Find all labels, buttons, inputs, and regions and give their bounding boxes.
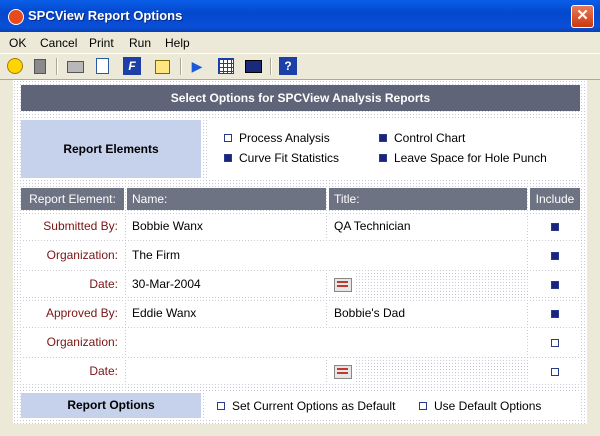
edit-icon[interactable]: [153, 57, 171, 75]
option-curve-fit-statistics[interactable]: Curve Fit Statistics: [224, 151, 339, 165]
report-options-window: SPCView Report Options ✕ OK Cancel Print…: [0, 0, 600, 436]
menu-run[interactable]: Run: [129, 36, 151, 50]
app-icon: [8, 9, 24, 25]
row-label-date: Date:: [21, 272, 124, 297]
menu-bar: OK Cancel Print Run Help: [0, 32, 600, 52]
menu-ok[interactable]: OK: [9, 36, 26, 50]
submitted-by-title-field[interactable]: QA Technician: [329, 214, 527, 239]
row-label-organization: Organization:: [21, 243, 124, 268]
checkbox[interactable]: [379, 133, 387, 142]
include-cell: [530, 301, 580, 326]
checkbox[interactable]: [224, 153, 232, 162]
checkbox[interactable]: [379, 153, 387, 162]
column-header-name: Name:: [127, 188, 326, 210]
preview-icon[interactable]: [93, 57, 111, 75]
print-icon[interactable]: [66, 57, 84, 75]
row-label-approved-by: Approved By:: [21, 301, 124, 326]
toolbar-separator: [180, 58, 182, 75]
include-checkbox[interactable]: [551, 252, 559, 260]
organization-name-field[interactable]: The Firm: [127, 243, 527, 268]
option-set-current-default[interactable]: Set Current Options as Default: [217, 399, 395, 413]
menu-print[interactable]: Print: [89, 36, 114, 50]
checkbox[interactable]: [224, 133, 232, 142]
menu-cancel[interactable]: Cancel: [40, 36, 77, 50]
include-checkbox[interactable]: [551, 281, 559, 289]
report-options-label: Report Options: [21, 393, 201, 418]
include-cell: [530, 359, 580, 384]
option-leave-space-hole-punch[interactable]: Leave Space for Hole Punch: [379, 151, 547, 165]
option-process-analysis[interactable]: Process Analysis: [224, 131, 330, 145]
column-header-include: Include: [530, 188, 580, 210]
toolbar-separator: [56, 58, 58, 75]
menu-help[interactable]: Help: [165, 36, 190, 50]
checkbox[interactable]: [419, 401, 427, 410]
date-field[interactable]: 30-Mar-2004: [127, 272, 326, 297]
grid-icon[interactable]: [217, 57, 235, 75]
page-title: Select Options for SPCView Analysis Repo…: [21, 85, 580, 111]
report-options-options: Set Current Options as Default Use Defau…: [205, 393, 580, 418]
trash-icon[interactable]: [31, 57, 49, 75]
report-elements-options: Process Analysis Control Chart Curve Fit…: [209, 120, 580, 178]
approver-organization-field[interactable]: [127, 330, 527, 355]
include-checkbox[interactable]: [551, 310, 559, 318]
calendar-icon: [334, 278, 352, 292]
smiley-icon[interactable]: [6, 57, 24, 75]
calendar-icon: [334, 365, 352, 379]
option-control-chart[interactable]: Control Chart: [379, 131, 465, 145]
row-label-organization: Organization:: [21, 330, 124, 355]
help-icon[interactable]: ?: [279, 57, 297, 75]
column-header-report-element: Report Element:: [21, 188, 124, 210]
include-checkbox[interactable]: [551, 368, 559, 376]
window-icon[interactable]: [244, 57, 262, 75]
checkbox[interactable]: [217, 401, 225, 410]
approver-date-field[interactable]: [127, 359, 326, 384]
toolbar: F ▶ ?: [0, 53, 600, 80]
row-label-date: Date:: [21, 359, 124, 384]
window-title: SPCView Report Options: [28, 8, 183, 23]
calendar-button[interactable]: [329, 272, 356, 297]
title-bar: SPCView Report Options ✕: [0, 0, 600, 32]
calendar-button[interactable]: [329, 359, 356, 384]
close-button[interactable]: ✕: [571, 5, 594, 28]
approved-by-title-field[interactable]: Bobbie's Dad: [329, 301, 527, 326]
run-icon[interactable]: ▶: [188, 57, 206, 75]
approved-by-name-field[interactable]: Eddie Wanx: [127, 301, 326, 326]
include-checkbox[interactable]: [551, 339, 559, 347]
report-elements-label: Report Elements: [21, 120, 201, 178]
column-header-title: Title:: [329, 188, 527, 210]
row-label-submitted-by: Submitted By:: [21, 214, 124, 239]
include-cell: [530, 214, 580, 239]
toolbar-separator: [270, 58, 272, 75]
font-icon[interactable]: F: [123, 57, 141, 75]
report-options-panel: Select Options for SPCView Analysis Repo…: [13, 80, 587, 424]
include-cell: [530, 243, 580, 268]
include-cell: [530, 330, 580, 355]
include-checkbox[interactable]: [551, 223, 559, 231]
submitted-by-name-field[interactable]: Bobbie Wanx: [127, 214, 326, 239]
include-cell: [530, 272, 580, 297]
option-use-default[interactable]: Use Default Options: [419, 399, 541, 413]
